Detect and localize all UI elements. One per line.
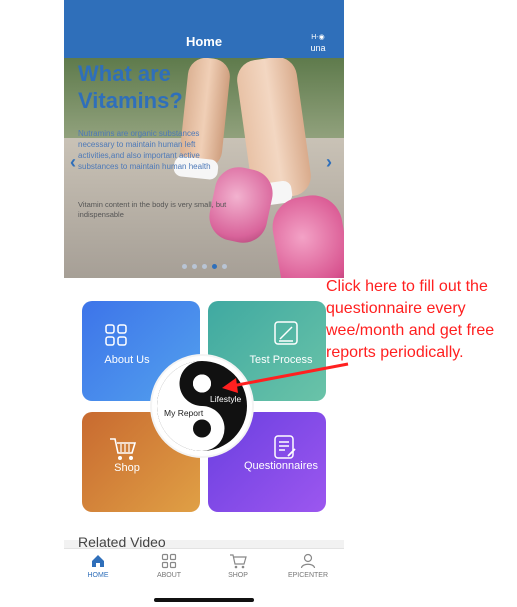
annotation-arrow xyxy=(222,362,349,393)
